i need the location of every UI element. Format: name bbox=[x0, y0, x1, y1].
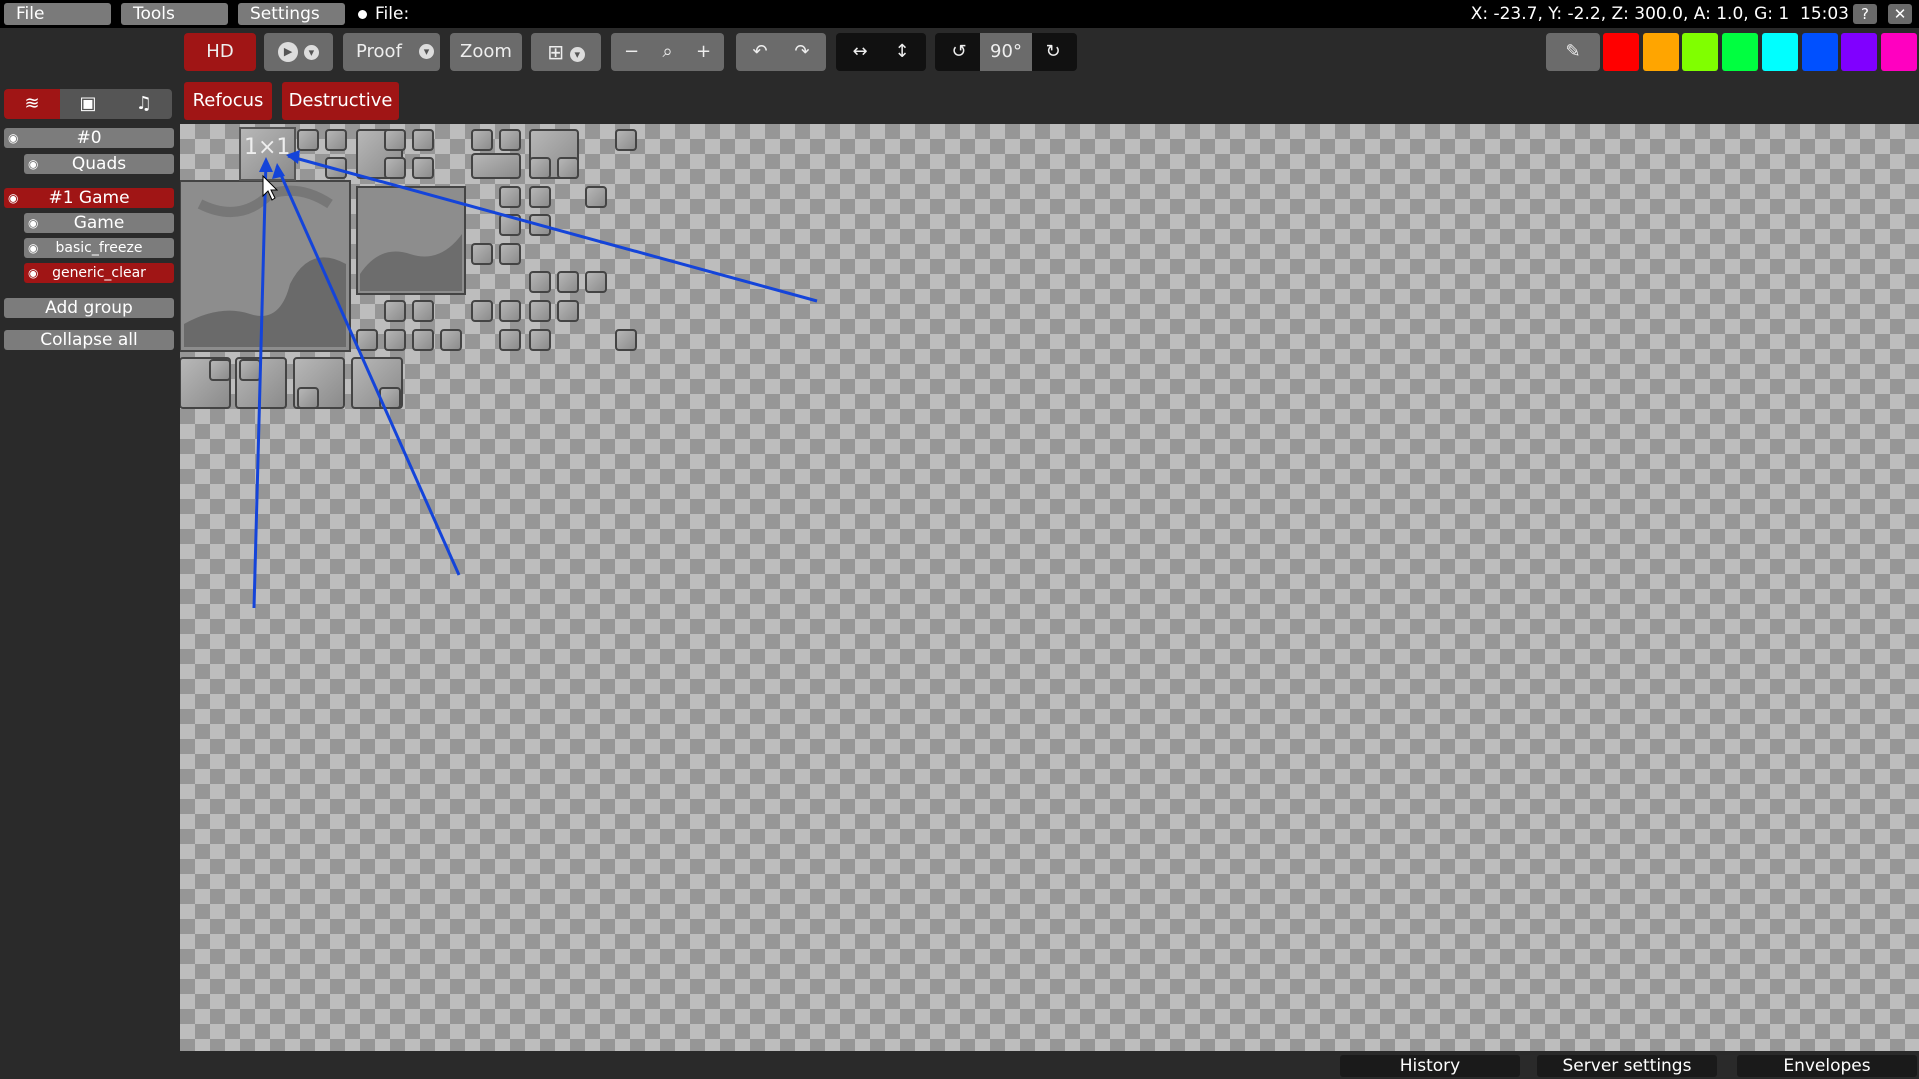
menu-bar: File Tools Settings File: X: -23.7, Y: -… bbox=[0, 0, 1919, 28]
zoom-controls: − ⌕ + bbox=[611, 33, 724, 71]
layer-basic-freeze[interactable]: ◉ basic_freeze bbox=[24, 238, 174, 258]
flip-vertical-icon[interactable]: ↕ bbox=[881, 33, 923, 71]
sounds-tab[interactable]: ♫ bbox=[116, 89, 172, 119]
layers-icon: ≋ bbox=[24, 93, 40, 114]
file-name-label: File: bbox=[358, 3, 409, 25]
tools-menu[interactable]: Tools bbox=[121, 3, 228, 25]
color-swatch-8[interactable] bbox=[1880, 33, 1917, 71]
color-swatch-2[interactable] bbox=[1642, 33, 1679, 71]
color-swatch-3[interactable] bbox=[1682, 33, 1719, 71]
cursor-coords: X: -23.7, Y: -2.2, Z: 300.0, A: 1.0, G: … bbox=[1470, 4, 1790, 24]
map-editor-view: 1×1 bbox=[180, 127, 818, 609]
history-tab[interactable]: History bbox=[1340, 1055, 1520, 1077]
unsaved-dot-icon bbox=[358, 9, 367, 19]
layer-quads[interactable]: ◉ Quads bbox=[24, 154, 174, 174]
eyedropper-icon: ✎ bbox=[1565, 41, 1581, 62]
rotate-angle-field[interactable]: 90° bbox=[980, 33, 1032, 71]
color-swatch-4[interactable] bbox=[1722, 33, 1759, 71]
refocus-button[interactable]: Refocus bbox=[184, 82, 272, 120]
eye-icon[interactable]: ◉ bbox=[28, 266, 42, 280]
eye-icon[interactable]: ◉ bbox=[8, 131, 22, 145]
flip-horizontal-icon[interactable]: ↔ bbox=[839, 33, 881, 71]
music-icon: ♫ bbox=[135, 93, 153, 114]
help-button[interactable]: ? bbox=[1853, 4, 1877, 24]
zoom-button[interactable]: Zoom bbox=[450, 33, 522, 71]
rotate-cw-icon[interactable]: ↻ bbox=[1032, 33, 1074, 71]
layers-tab[interactable]: ≋ bbox=[4, 89, 60, 119]
color-swatch-1[interactable] bbox=[1603, 33, 1639, 71]
eye-icon[interactable]: ◉ bbox=[28, 157, 42, 171]
grid-button[interactable]: ⊞ ▾ bbox=[531, 33, 601, 71]
status-readout: X: -23.7, Y: -2.2, Z: 300.0, A: 1.0, G: … bbox=[1471, 3, 1849, 25]
play-button[interactable]: ▶ ▾ bbox=[264, 33, 333, 71]
undo-redo-group: ↶ ↷ bbox=[736, 33, 826, 71]
destructive-button[interactable]: Destructive bbox=[282, 82, 399, 120]
collapse-all-button[interactable]: Collapse all bbox=[4, 330, 174, 350]
group-1-game[interactable]: ◉ #1 Game bbox=[4, 188, 174, 208]
clock: 15:03 bbox=[1800, 4, 1849, 24]
image-icon: ▣ bbox=[79, 93, 97, 114]
color-swatch-5[interactable] bbox=[1761, 33, 1798, 71]
eye-icon[interactable]: ◉ bbox=[8, 191, 22, 205]
eye-icon[interactable]: ◉ bbox=[28, 241, 42, 255]
hd-button[interactable]: HD bbox=[184, 33, 256, 71]
close-button[interactable]: ✕ bbox=[1888, 4, 1912, 24]
chevron-down-icon[interactable]: ▾ bbox=[419, 44, 434, 59]
color-swatch-6[interactable] bbox=[1801, 33, 1838, 71]
file-menu[interactable]: File bbox=[4, 3, 111, 25]
settings-menu[interactable]: Settings bbox=[238, 3, 345, 25]
rotate-ccw-icon[interactable]: ↺ bbox=[938, 33, 980, 71]
server-settings-tab[interactable]: Server settings bbox=[1537, 1055, 1717, 1077]
zoom-out-icon[interactable]: − bbox=[614, 33, 650, 71]
search-icon[interactable]: ⌕ bbox=[650, 33, 686, 71]
eye-icon[interactable]: ◉ bbox=[28, 216, 42, 230]
color-picker-button[interactable]: ✎ bbox=[1546, 33, 1600, 71]
images-tab[interactable]: ▣ bbox=[60, 89, 116, 119]
add-group-button[interactable]: Add group bbox=[4, 298, 174, 318]
map-canvas[interactable]: 1×1 bbox=[180, 124, 1919, 1051]
tileset-preview: 1×1 bbox=[180, 127, 637, 409]
undo-icon[interactable]: ↶ bbox=[739, 33, 781, 71]
layer-game[interactable]: ◉ Game bbox=[24, 213, 174, 233]
rotate-group: ↺ 90° ↻ bbox=[935, 33, 1077, 71]
proof-button[interactable]: Proof ▾ bbox=[343, 33, 440, 71]
grid-icon: ⊞ bbox=[547, 40, 565, 64]
group-0[interactable]: ◉ #0 bbox=[4, 128, 174, 148]
flip-group: ↔ ↕ bbox=[836, 33, 926, 71]
zoom-in-icon[interactable]: + bbox=[686, 33, 722, 71]
color-swatch-7[interactable] bbox=[1841, 33, 1878, 71]
tile-label: 1×1 bbox=[244, 135, 290, 160]
chevron-down-icon[interactable]: ▾ bbox=[303, 44, 319, 60]
chevron-down-icon[interactable]: ▾ bbox=[569, 46, 585, 62]
play-icon: ▶ bbox=[278, 42, 299, 62]
envelopes-tab[interactable]: Envelopes bbox=[1737, 1055, 1917, 1077]
redo-icon[interactable]: ↷ bbox=[781, 33, 823, 71]
layer-generic-clear[interactable]: ◉ generic_clear bbox=[24, 263, 174, 283]
